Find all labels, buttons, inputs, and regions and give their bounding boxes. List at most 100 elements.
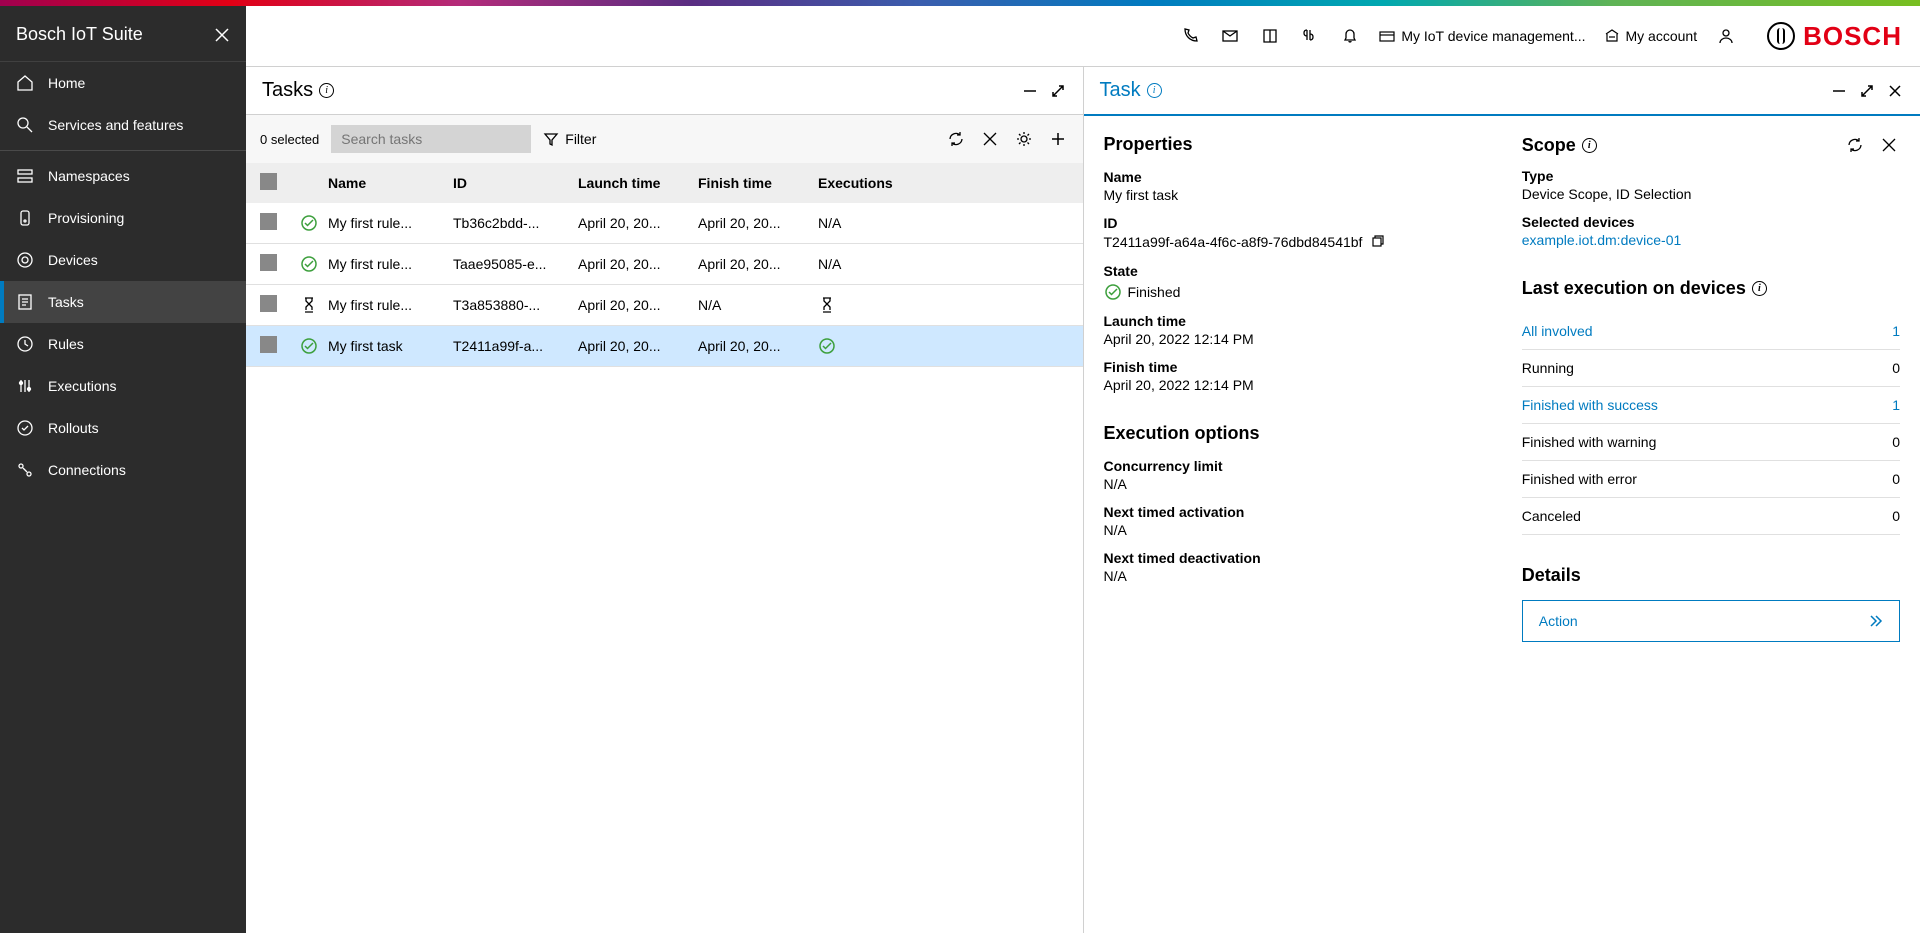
table-header: Name ID Launch time Finish time Executio… — [246, 163, 1083, 203]
col-id[interactable]: ID — [453, 175, 578, 191]
tools-icon[interactable] — [979, 128, 1001, 150]
nav-label: Services and features — [48, 117, 183, 133]
prop-name-label: Name — [1104, 169, 1482, 185]
minimize-icon[interactable] — [1021, 82, 1039, 100]
info-icon[interactable]: i — [1752, 281, 1767, 296]
copy-icon[interactable] — [1368, 233, 1386, 251]
last-exec-heading: Last execution on devices — [1522, 278, 1746, 299]
gear-icon[interactable] — [1013, 128, 1035, 150]
header-checkbox[interactable] — [260, 173, 277, 190]
phone-icon[interactable] — [1179, 25, 1201, 47]
tools-icon[interactable] — [1878, 134, 1900, 156]
paragraph-icon[interactable] — [1299, 25, 1321, 47]
exec-label: All involved — [1522, 323, 1593, 339]
table-row[interactable]: My first taskT2411a99f-a...April 20, 20.… — [246, 326, 1083, 367]
close-icon[interactable] — [1886, 82, 1904, 100]
tasks-table: Name ID Launch time Finish time Executio… — [246, 163, 1083, 367]
action-label: Action — [1539, 613, 1578, 629]
mail-icon[interactable] — [1219, 25, 1241, 47]
home-icon — [16, 74, 34, 92]
exec-options-heading: Execution options — [1104, 423, 1482, 444]
hourglass-icon — [300, 296, 318, 314]
sidebar-item-provisioning[interactable]: Provisioning — [0, 197, 246, 239]
prop-name: My first task — [1104, 187, 1482, 203]
sidebar-item-rules[interactable]: Rules — [0, 323, 246, 365]
cell-launch: April 20, 20... — [578, 215, 698, 231]
action-button[interactable]: Action — [1522, 600, 1900, 642]
scope-type-label: Type — [1522, 168, 1900, 184]
add-icon[interactable] — [1047, 128, 1069, 150]
book-icon[interactable] — [1259, 25, 1281, 47]
sidebar-item-home[interactable]: Home — [0, 62, 246, 104]
check-circle-icon — [300, 337, 318, 355]
row-checkbox[interactable] — [260, 295, 277, 312]
device-link[interactable]: example.iot.dm:device-01 — [1522, 232, 1900, 248]
expand-icon[interactable] — [1049, 82, 1067, 100]
table-row[interactable]: My first rule...T3a853880-...April 20, 2… — [246, 285, 1083, 326]
sidebar-item-executions[interactable]: Executions — [0, 365, 246, 407]
col-exec[interactable]: Executions — [818, 175, 898, 191]
refresh-icon[interactable] — [1844, 134, 1866, 156]
cell-finish: April 20, 20... — [698, 338, 818, 354]
cell-launch: April 20, 20... — [578, 338, 698, 354]
next-act-val: N/A — [1104, 522, 1482, 538]
sidebar-item-tasks[interactable]: Tasks — [0, 281, 246, 323]
sidebar-item-namespaces[interactable]: Namespaces — [0, 155, 246, 197]
exec-stat-row[interactable]: Finished with success1 — [1522, 387, 1900, 424]
exec-stat-row: Finished with warning0 — [1522, 424, 1900, 461]
task-detail-panel: Task i Properties Name My first task ID — [1084, 67, 1920, 933]
prop-state-label: State — [1104, 263, 1482, 279]
refresh-icon[interactable] — [945, 128, 967, 150]
table-row[interactable]: My first rule...Taae95085-e...April 20, … — [246, 244, 1083, 285]
row-checkbox[interactable] — [260, 213, 277, 230]
topbar: My IoT device management... My account B… — [246, 6, 1920, 67]
sidebar-item-devices[interactable]: Devices — [0, 239, 246, 281]
filter-button[interactable]: Filter — [543, 131, 596, 147]
col-name[interactable]: Name — [328, 175, 453, 191]
close-icon[interactable] — [214, 27, 230, 43]
cell-exec — [818, 337, 898, 355]
minimize-icon[interactable] — [1830, 82, 1848, 100]
exec-count: 0 — [1892, 471, 1900, 487]
next-deact-val: N/A — [1104, 568, 1482, 584]
exec-text: N/A — [818, 215, 841, 231]
nav-label: Namespaces — [48, 168, 130, 184]
bell-icon[interactable] — [1339, 25, 1361, 47]
sidebar-item-connections[interactable]: Connections — [0, 449, 246, 491]
exec-count: 1 — [1892, 323, 1900, 339]
exec-label: Finished with warning — [1522, 434, 1657, 450]
panel-title: Task — [1100, 79, 1141, 102]
search-box[interactable] — [331, 125, 531, 153]
cell-launch: April 20, 20... — [578, 256, 698, 272]
sidebar-item-services[interactable]: Services and features — [0, 104, 246, 146]
my-account-link[interactable]: My account — [1604, 28, 1698, 44]
exec-label: Finished with success — [1522, 397, 1658, 413]
user-icon[interactable] — [1715, 25, 1737, 47]
exec-label: Running — [1522, 360, 1574, 376]
table-row[interactable]: My first rule...Tb36c2bdd-...April 20, 2… — [246, 203, 1083, 244]
row-checkbox[interactable] — [260, 254, 277, 271]
exec-stat-row: Canceled0 — [1522, 498, 1900, 535]
exec-stat-row[interactable]: All involved 1 — [1522, 313, 1900, 350]
chevron-right-icon — [1865, 614, 1883, 628]
col-launch[interactable]: Launch time — [578, 175, 698, 191]
cell-exec — [818, 296, 898, 314]
search-input[interactable] — [341, 131, 522, 147]
info-icon[interactable]: i — [319, 83, 334, 98]
expand-icon[interactable] — [1858, 82, 1876, 100]
link-text: My account — [1626, 28, 1698, 44]
nav-label: Executions — [48, 378, 116, 394]
info-icon[interactable]: i — [1582, 138, 1597, 153]
col-finish[interactable]: Finish time — [698, 175, 818, 191]
row-checkbox[interactable] — [260, 336, 277, 353]
info-icon[interactable]: i — [1147, 83, 1162, 98]
nav-label: Rollouts — [48, 420, 99, 436]
prop-finish: April 20, 2022 12:14 PM — [1104, 377, 1482, 393]
exec-stat-row: Running0 — [1522, 350, 1900, 387]
provisioning-icon — [16, 209, 34, 227]
cell-id: Tb36c2bdd-... — [453, 215, 578, 231]
filter-icon — [543, 131, 559, 147]
sidebar-item-rollouts[interactable]: Rollouts — [0, 407, 246, 449]
prop-id: T2411a99f-a64a-4f6c-a8f9-76dbd84541bf — [1104, 234, 1363, 250]
device-mgmt-link[interactable]: My IoT device management... — [1379, 28, 1585, 44]
